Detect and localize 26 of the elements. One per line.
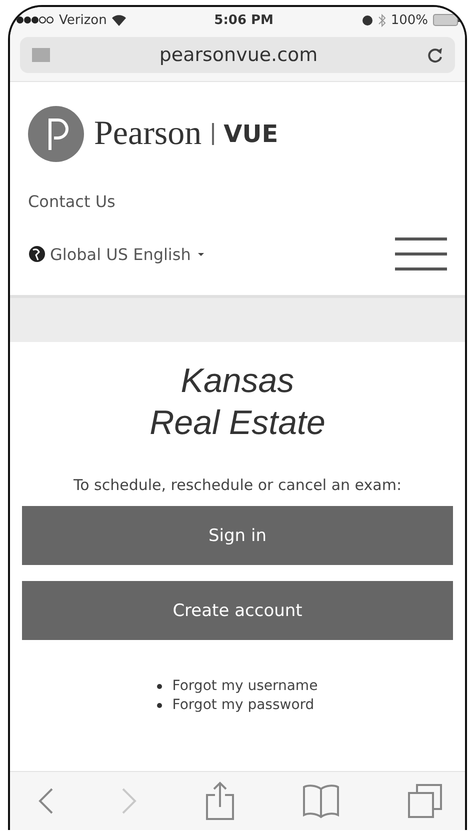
signal-icon (16, 16, 54, 24)
contact-link[interactable]: Contact Us (28, 192, 447, 211)
url-text: pearsonvue.com (159, 44, 318, 66)
wifi-icon (112, 14, 126, 26)
logo-wordmark: Pearson (94, 115, 202, 153)
menu-icon[interactable] (395, 237, 447, 271)
create-account-button[interactable]: Create account (22, 581, 453, 640)
logo-product: VUE (224, 120, 278, 148)
address-bar[interactable]: pearsonvue.com (20, 37, 455, 73)
intro-text: To schedule, reschedule or cancel an exam: (72, 476, 402, 494)
forgot-link[interactable]: Forgot my password (172, 697, 314, 713)
bluetooth-icon (378, 14, 386, 26)
page-title: Kansas Real Estate (150, 361, 326, 444)
battery-percent: 100% (390, 12, 428, 28)
sign-in-button[interactable]: Sign in (22, 506, 453, 565)
carrier-name: Verizon (59, 12, 107, 28)
forgot-link[interactable]: Forgot my username (172, 678, 318, 694)
reload-icon[interactable] (427, 46, 443, 64)
clock-time: 5:06 PM (214, 12, 274, 28)
battery-icon (432, 14, 461, 26)
globe-icon (28, 245, 46, 263)
logo-icon (28, 106, 84, 162)
bullet-icon (157, 684, 162, 688)
bullet-icon (157, 702, 162, 708)
language-selector[interactable]: Global US English (28, 244, 207, 264)
reader-icon (32, 48, 50, 62)
